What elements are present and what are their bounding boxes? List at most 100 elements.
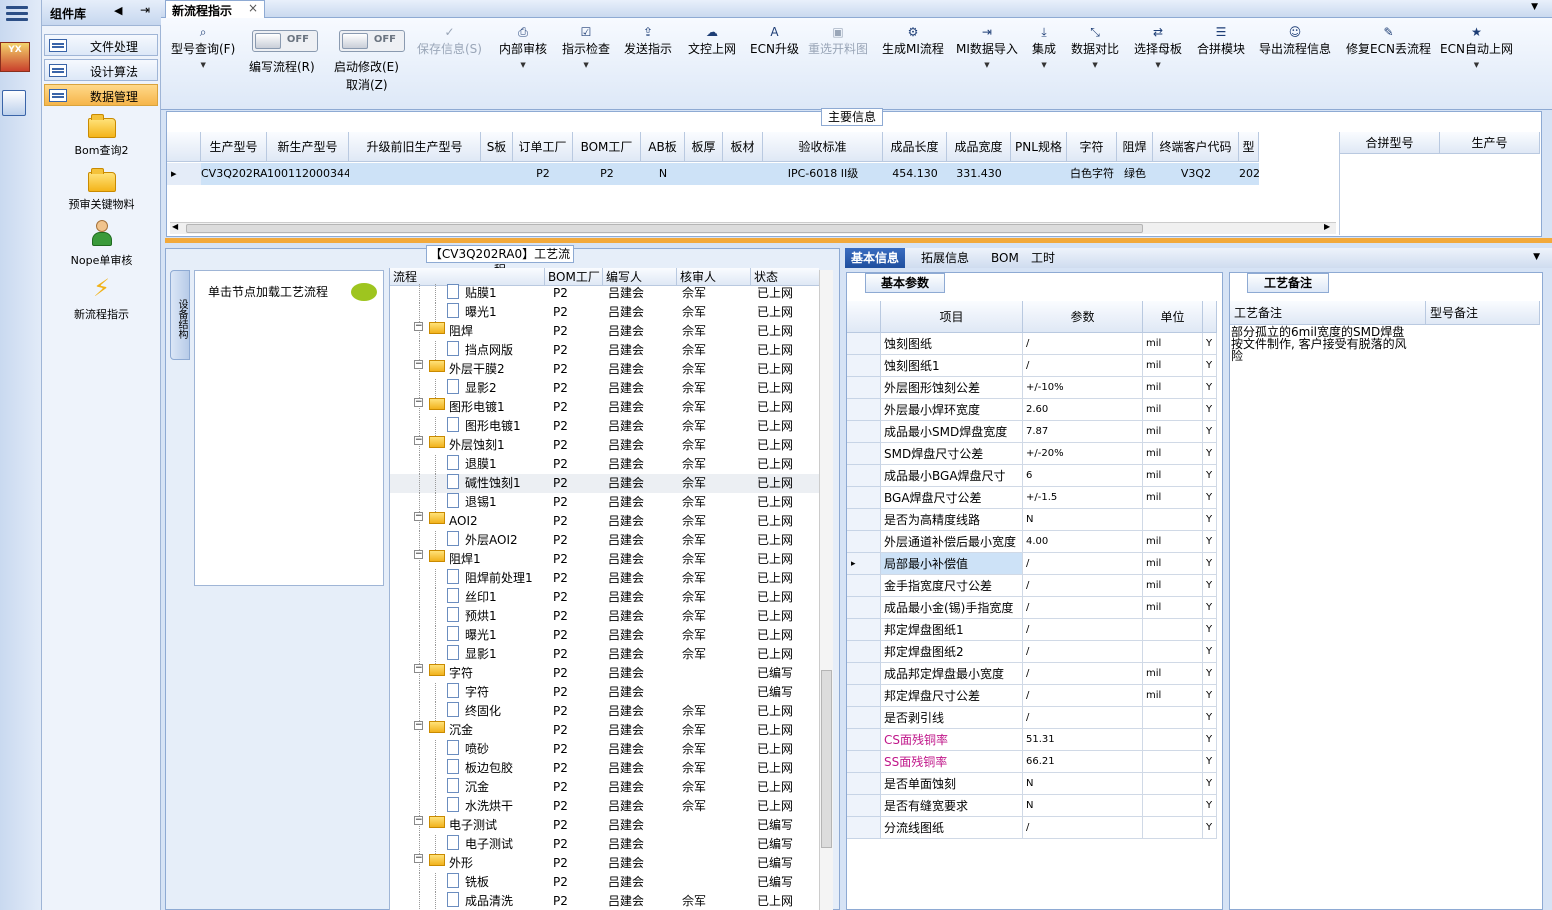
tree-row[interactable]: 沉金 P2 吕建会 佘军 已上网 [390, 778, 819, 797]
mi-import-button[interactable]: ⇥ MI数据导入 ▼ [956, 24, 1018, 69]
start-edit-toggle[interactable]: OFF [339, 30, 405, 52]
ecn-auto-online-button[interactable]: ★ ECN自动上网 ▼ [1440, 24, 1513, 69]
param-value[interactable]: 2.60 [1023, 399, 1143, 421]
tree-row[interactable]: 贴膜1 P2 吕建会 佘军 已上网 [390, 284, 819, 303]
tree-row[interactable]: 预烘1 P2 吕建会 佘军 已上网 [390, 607, 819, 626]
tree-row[interactable]: − 电子测试 P2 吕建会 已编写 [390, 816, 819, 835]
tree-row[interactable]: 阻焊前处理1 P2 吕建会 佘军 已上网 [390, 569, 819, 588]
select-motherboard-button[interactable]: ⇄ 选择母板 ▼ [1134, 24, 1182, 69]
scroll-thumb[interactable] [821, 670, 832, 848]
param-row[interactable]: 蚀刻图纸 / mil Y [847, 333, 1217, 355]
column-header[interactable]: 板材 [723, 132, 763, 162]
column-header[interactable]: 成品宽度 [947, 132, 1011, 162]
param-value[interactable]: +/-10% [1023, 377, 1143, 399]
table-cell[interactable]: N [641, 163, 685, 185]
column-header[interactable]: 新生产型号 [267, 132, 349, 162]
tab-dropdown-icon[interactable]: ▼ [1533, 252, 1540, 262]
param-value[interactable]: / [1023, 685, 1143, 707]
param-value[interactable]: N [1023, 509, 1143, 531]
tree-row[interactable]: 曝光1 P2 吕建会 佘军 已上网 [390, 626, 819, 645]
generate-mi-button[interactable]: ⚙ 生成MI流程 [882, 24, 944, 57]
param-row[interactable]: 邦定焊盘图纸2/ Y [847, 641, 1217, 663]
table-cell[interactable]: 10011200034465 [267, 163, 349, 185]
collapse-toggle-icon[interactable]: − [414, 664, 423, 673]
param-row[interactable]: 是否为高精度线路 N Y [847, 509, 1217, 531]
tree-row[interactable]: 铣板 P2 吕建会 已编写 [390, 873, 819, 892]
repair-ecn-button[interactable]: ✎ 修复ECN丢流程 [1346, 24, 1431, 57]
param-row[interactable]: 成品邦定焊盘最小宽度 / mil Y [847, 663, 1217, 685]
param-value[interactable]: N [1023, 773, 1143, 795]
tree-row[interactable]: 喷砂 P2 吕建会 佘军 已上网 [390, 740, 819, 759]
pin-icon[interactable]: ⇥ [140, 3, 150, 17]
param-row[interactable]: 成品最小金(锡)手指宽度 / mil Y [847, 597, 1217, 619]
collapse-toggle-icon[interactable]: − [414, 512, 423, 521]
send-instruction-button[interactable]: ⇪ 发送指示 [624, 24, 672, 57]
tree-row[interactable]: − AOI2 P2 吕建会 佘军 已上网 [390, 512, 819, 531]
tree-row[interactable]: 成品清洗 P2 吕建会 佘军 已上网 [390, 892, 819, 910]
param-value[interactable]: 7.87 [1023, 421, 1143, 443]
panel-splitter[interactable] [165, 238, 1552, 243]
app-logo-icon[interactable]: YX [0, 42, 30, 72]
merge-module-button[interactable]: ☰ 合拼模块 [1197, 24, 1245, 57]
collapse-toggle-icon[interactable]: − [414, 854, 423, 863]
param-value[interactable]: / [1023, 817, 1143, 839]
process-notes-tab[interactable]: 工艺备注 [1247, 273, 1329, 293]
side-tab-device[interactable]: 设备结构 [170, 270, 190, 360]
process-tree[interactable]: 流程 BOM工厂 编写人 核审人 状态 贴膜1 P2 吕建会 佘军 已上网 曝光1 P2 吕建会 佘军 已上… [389, 268, 819, 910]
param-column-header[interactable]: 参数 [1023, 301, 1143, 333]
tree-row[interactable]: − 外形 P2 吕建会 已编写 [390, 854, 819, 873]
load-process-hint[interactable]: 单击节点加载工艺流程 [208, 283, 328, 300]
param-value[interactable]: / [1023, 663, 1143, 685]
param-value[interactable]: +/-1.5 [1023, 487, 1143, 509]
param-row[interactable]: ▸ 局部最小补偿值 / mil Y [847, 553, 1217, 575]
horizontal-scrollbar[interactable] [170, 222, 1336, 234]
param-row[interactable]: 外层最小焊环宽度 2.60 mil Y [847, 399, 1217, 421]
param-row[interactable]: SS面残铜率 66.21 Y [847, 751, 1217, 773]
collapse-toggle-icon[interactable]: − [414, 816, 423, 825]
param-value[interactable]: / [1023, 355, 1143, 377]
tree-row[interactable]: 电子测试 P2 吕建会 已编写 [390, 835, 819, 854]
integrate-button[interactable]: ⤓ 集成 ▼ [1032, 24, 1056, 69]
calculator-icon[interactable] [2, 90, 26, 116]
param-row[interactable]: BGA焊盘尺寸公差 +/-1.5 mil Y [847, 487, 1217, 509]
collapse-toggle-icon[interactable]: − [414, 550, 423, 559]
table-cell[interactable] [349, 163, 481, 185]
param-row[interactable]: 蚀刻图纸1/mil Y [847, 355, 1217, 377]
table-cell[interactable]: 绿色 [1117, 163, 1153, 185]
tab-list-dropdown-icon[interactable]: ▼ [1531, 2, 1538, 12]
tree-row[interactable]: − 字符 P2 吕建会 已编写 [390, 664, 819, 683]
tree-row[interactable]: 板边包胶 P2 吕建会 佘军 已上网 [390, 759, 819, 778]
reselect-cutting-button[interactable]: ▣ 重选开料图 [808, 24, 868, 57]
column-header[interactable]: AB板 [641, 132, 685, 162]
table-cell[interactable]: 331.430 [947, 163, 1011, 185]
tab-work-hours[interactable]: 工时 [1025, 248, 1061, 268]
tree-row[interactable]: − 外层蚀刻1 P2 吕建会 佘军 已上网 [390, 436, 819, 455]
tree-row[interactable]: − 外层干膜2 P2 吕建会 佘军 已上网 [390, 360, 819, 379]
tree-row[interactable]: 挡点网版 P2 吕建会 佘军 已上网 [390, 341, 819, 360]
param-row[interactable]: 外层图形蚀刻公差 +/-10% mil Y [847, 377, 1217, 399]
collapse-left-icon[interactable]: ◀ [114, 4, 122, 17]
param-value[interactable]: 6 [1023, 465, 1143, 487]
data-compare-button[interactable]: ⤡ 数据对比 ▼ [1071, 24, 1119, 69]
param-row[interactable]: 邦定焊盘尺寸公差 / mil Y [847, 685, 1217, 707]
param-value[interactable]: / [1023, 619, 1143, 641]
collapse-toggle-icon[interactable]: − [414, 360, 423, 369]
table-cell[interactable] [723, 163, 763, 185]
tree-row[interactable]: 外层AOI2 P2 吕建会 佘军 已上网 [390, 531, 819, 550]
column-header[interactable]: 升级前旧生产型号 [349, 132, 481, 162]
column-header[interactable]: 终端客户代码 [1153, 132, 1239, 162]
param-value[interactable]: 4.00 [1023, 531, 1143, 553]
param-row[interactable]: SMD焊盘尺寸公差 +/-20% mil Y [847, 443, 1217, 465]
process-note-text[interactable]: 部分孤立的6mil宽度的SMD焊盘按文件制作, 客户接受有脱落的风险 [1231, 326, 1411, 362]
tab-extended-info[interactable]: 拓展信息 [915, 248, 975, 268]
param-value[interactable]: / [1023, 641, 1143, 663]
table-cell[interactable]: P2 [513, 163, 573, 185]
tool-nope-review[interactable]: Nope单审核 [42, 220, 161, 268]
param-row[interactable]: 分流线图纸 / Y [847, 817, 1217, 839]
scroll-right-icon[interactable]: ▶ [1324, 222, 1330, 231]
instruction-check-button[interactable]: ☑ 指示检查 ▼ [562, 24, 610, 69]
tree-row[interactable]: 终固化 P2 吕建会 佘军 已上网 [390, 702, 819, 721]
tree-row[interactable]: 曝光1 P2 吕建会 佘军 已上网 [390, 303, 819, 322]
internal-review-button[interactable]: ⎙ 内部审核 ▼ [499, 24, 547, 69]
tool-new-process[interactable]: ⚡ 新流程指示 [42, 274, 161, 322]
